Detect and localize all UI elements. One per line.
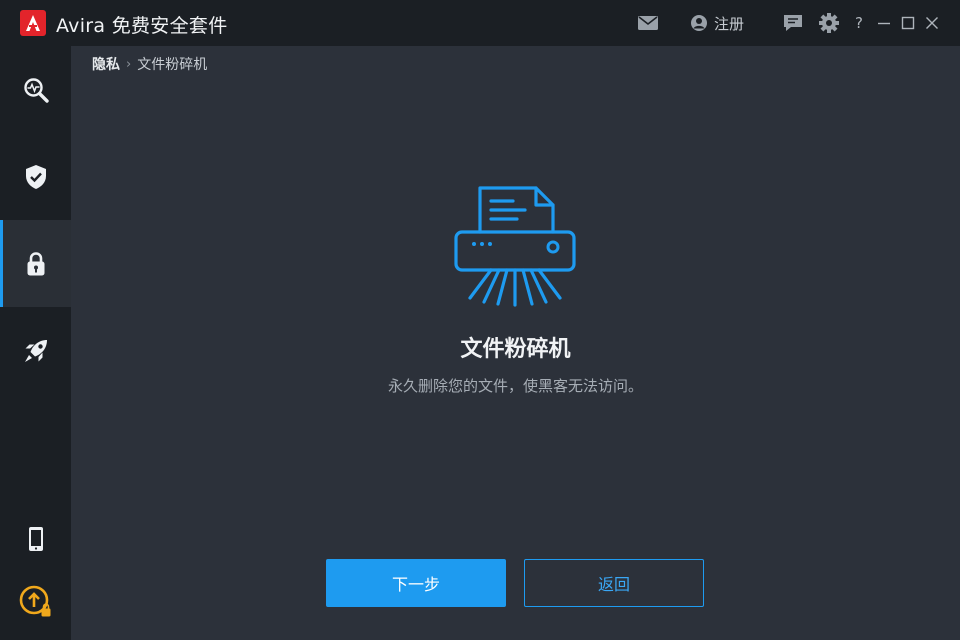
title-bar: Avira 免费安全套件 注册 ? [0, 0, 960, 46]
register-label: 注册 [714, 14, 745, 33]
gear-icon[interactable] [818, 12, 840, 34]
feature-title: 文件粉碎机 [460, 337, 571, 362]
register-button[interactable]: 注册 [690, 12, 744, 34]
upgrade-lock-icon [19, 585, 50, 616]
shredder-icon [451, 184, 579, 312]
next-button[interactable]: 下一步 [326, 559, 506, 607]
shield-check-icon [25, 164, 46, 189]
sidebar-item-performance[interactable] [0, 307, 71, 394]
avira-logo-icon [20, 10, 46, 36]
help-button[interactable]: ? [855, 12, 863, 34]
breadcrumb-current: 文件粉碎机 [137, 57, 208, 73]
breadcrumb-root[interactable]: 隐私 [92, 54, 120, 74]
close-icon[interactable] [925, 12, 939, 34]
breadcrumb: 隐私 › 文件粉碎机 [92, 54, 207, 74]
sidebar-item-privacy[interactable] [0, 220, 71, 307]
minimize-icon[interactable] [877, 12, 891, 34]
mail-icon[interactable] [637, 12, 659, 34]
maximize-icon[interactable] [901, 12, 915, 34]
back-button[interactable]: 返回 [524, 559, 704, 607]
feature-description: 永久删除您的文件，使黑客无法访问。 [387, 377, 643, 395]
user-icon [691, 15, 707, 31]
lock-icon [27, 251, 44, 275]
sidebar-item-scan[interactable] [0, 46, 71, 133]
phone-icon [28, 526, 43, 551]
search-pulse-icon [23, 77, 49, 103]
sidebar-item-protection[interactable] [0, 133, 71, 220]
rocket-icon [24, 339, 47, 362]
main-content: 隐私 › 文件粉碎机 文件粉碎机 永久删除您的文件，使黑客无法访问。 下一步 返… [71, 46, 960, 640]
sidebar-item-upgrade[interactable] [0, 558, 71, 640]
app-title: Avira 免费安全套件 [56, 15, 228, 37]
feedback-chat-icon[interactable] [782, 12, 804, 34]
breadcrumb-separator: › [126, 56, 132, 72]
sidebar [0, 46, 71, 640]
